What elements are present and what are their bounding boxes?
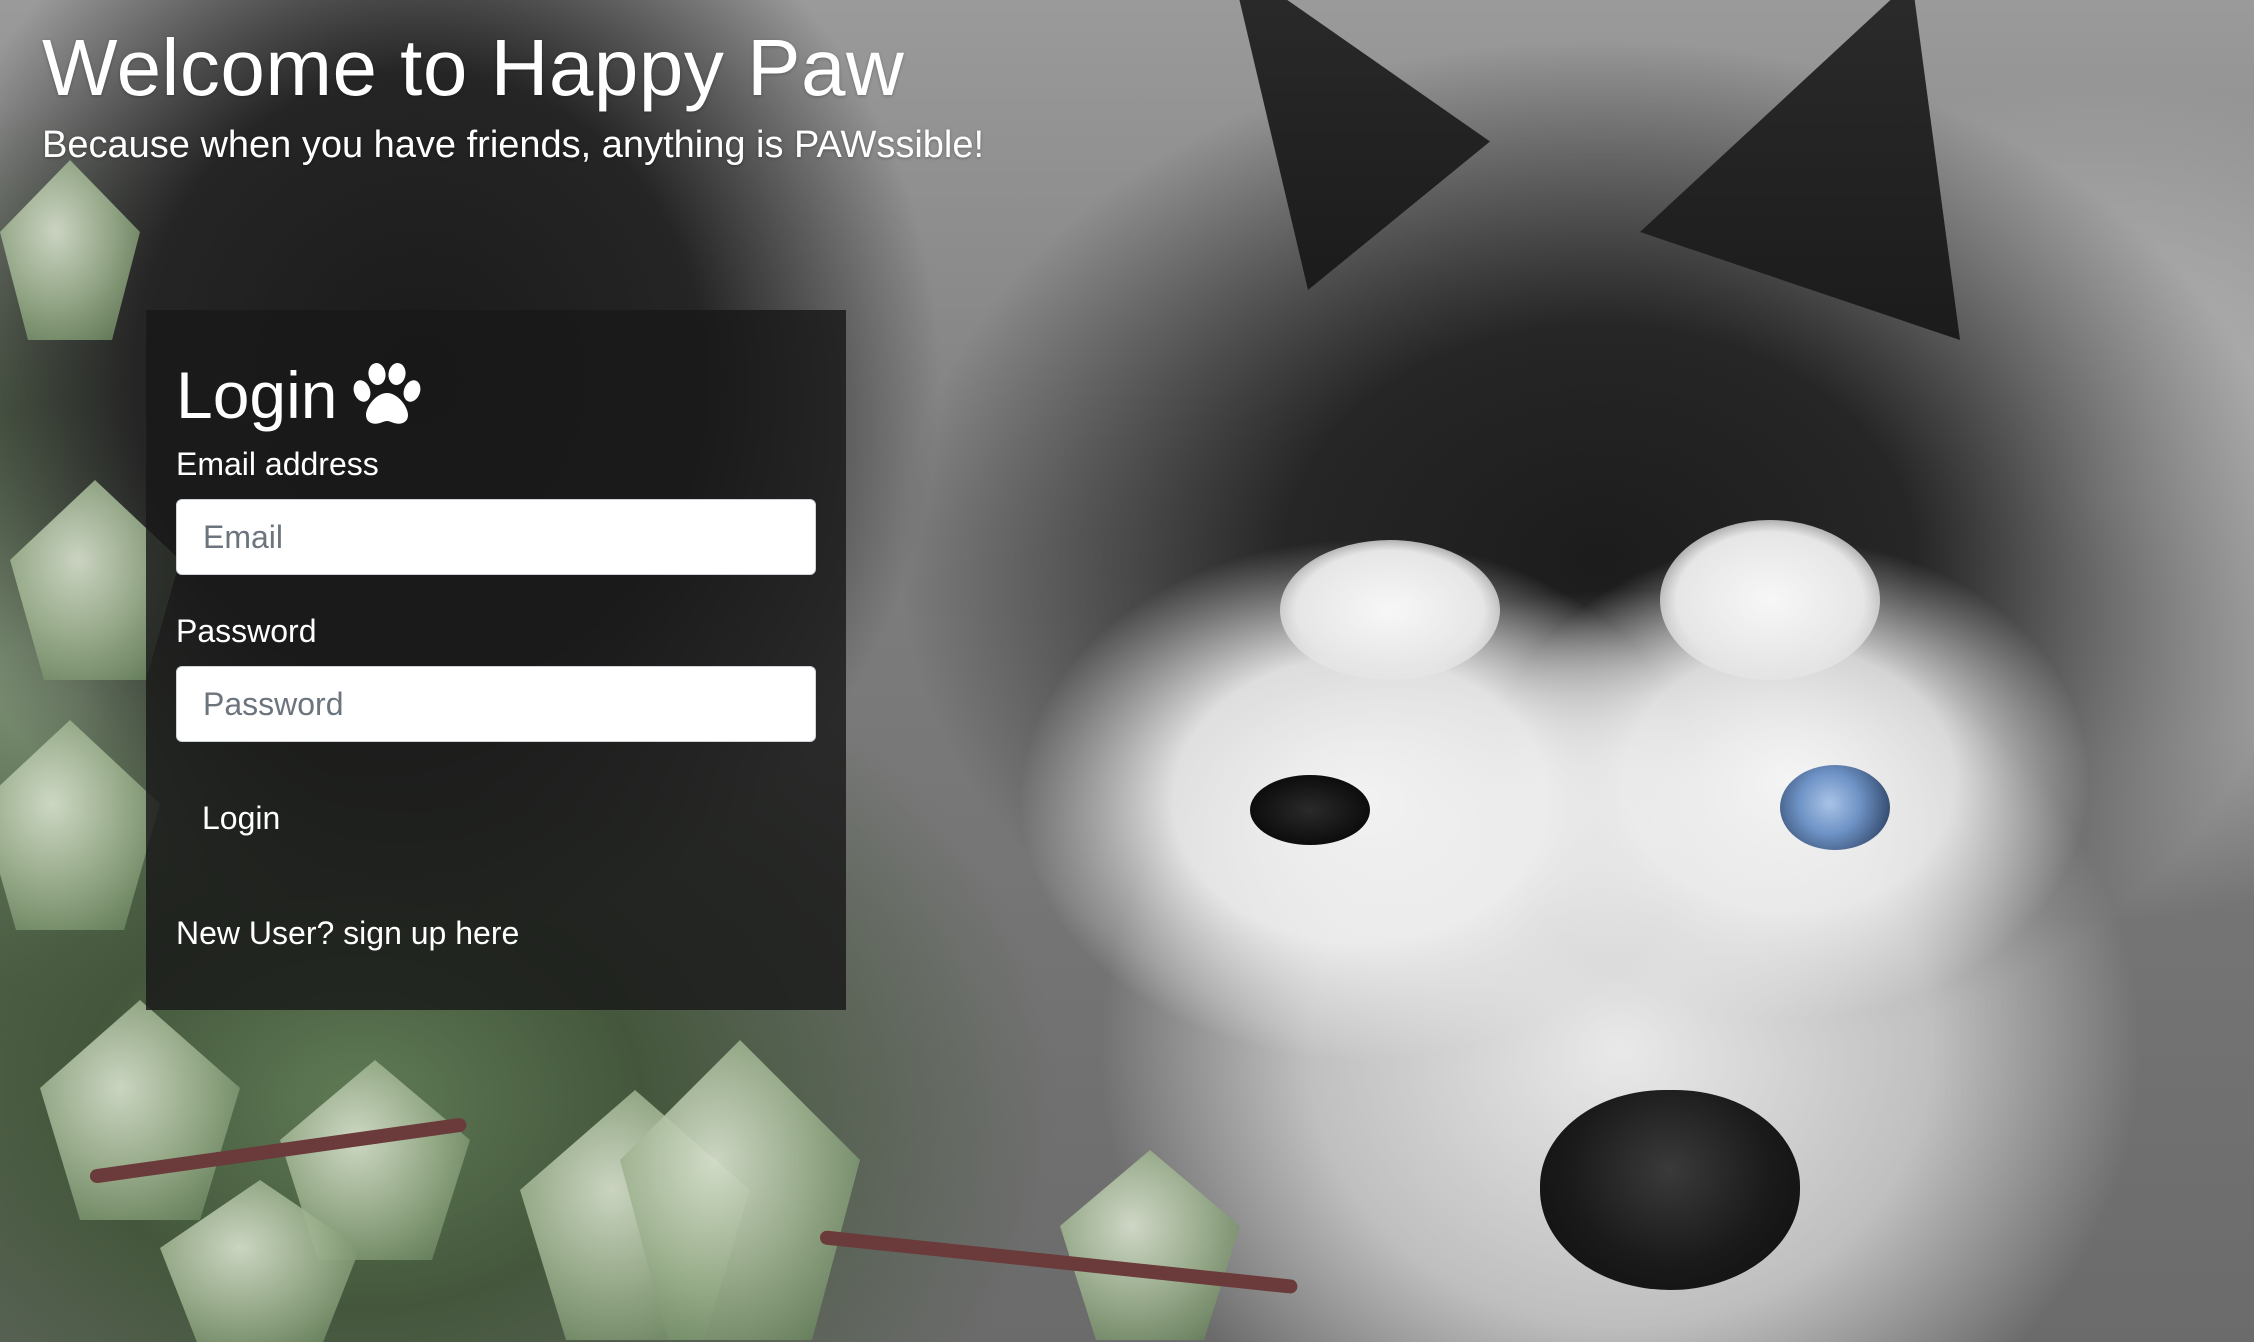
signup-link[interactable]: New User? sign up here (176, 915, 519, 952)
login-button[interactable]: Login (176, 790, 306, 847)
paw-icon (352, 363, 422, 427)
ivy-leaf (40, 1000, 240, 1220)
page-title: Welcome to Happy Paw (42, 23, 905, 112)
husky-eye-left (1250, 775, 1370, 845)
password-field[interactable] (176, 666, 816, 742)
email-field[interactable] (176, 499, 816, 575)
page-tagline: Because when you have friends, anything … (42, 124, 985, 166)
husky-ear-right (1640, 0, 1960, 340)
ivy-leaf (0, 160, 140, 340)
password-label: Password (176, 613, 317, 649)
husky-nose (1540, 1090, 1800, 1290)
ivy-leaf (620, 1040, 860, 1340)
login-heading: Login (176, 362, 816, 428)
husky-ear-left (1230, 0, 1490, 290)
login-page: Welcome to Happy Paw Because when you ha… (0, 0, 2254, 1342)
ivy-leaf (1060, 1150, 1240, 1340)
husky-brow-left (1280, 540, 1500, 680)
ivy-leaf (0, 720, 160, 930)
email-label: Email address (176, 446, 379, 482)
husky-eye-right (1780, 765, 1890, 850)
login-heading-text: Login (176, 358, 338, 432)
login-card: Login Email address Password Login New U… (146, 310, 846, 1010)
husky-brow-right (1660, 520, 1880, 680)
